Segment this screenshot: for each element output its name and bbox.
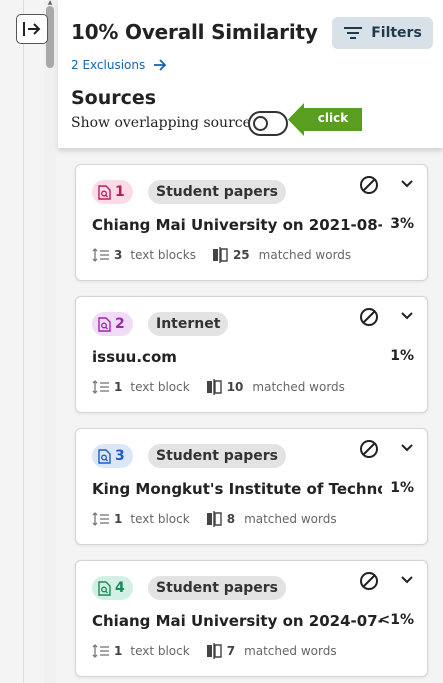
document-search-icon (98, 184, 111, 200)
chevron-down-icon[interactable] (401, 443, 413, 453)
collapse-panel-button[interactable] (16, 14, 48, 44)
blocks-number: 1 (114, 644, 123, 658)
overlap-toggle-label: Show overlapping sources (71, 115, 259, 131)
chevron-down-icon[interactable] (401, 179, 413, 189)
overlap-sources-toggle[interactable] (248, 111, 288, 136)
source-type-pill: Student papers (148, 180, 287, 204)
source-percent: 1% (390, 348, 414, 364)
compare-documents-icon (206, 379, 222, 395)
blocks-label: text blocks (130, 248, 196, 262)
source-type-pill: Student papers (148, 576, 287, 600)
source-number-badge: 2 (92, 312, 133, 336)
line-spacing-icon (92, 644, 109, 658)
callout-label: click (317, 111, 349, 125)
toggle-knob (253, 116, 268, 131)
exclude-source-icon[interactable] (359, 571, 379, 591)
sources-panel: 10% Overall Similarity Filters 2 Exclusi… (58, 0, 443, 683)
matched-words-count: 8 matched words (206, 511, 337, 527)
source-number: 1 (115, 184, 125, 200)
overall-similarity-title: 10% Overall Similarity (71, 20, 318, 44)
exclude-source-icon[interactable] (359, 307, 379, 327)
words-label: matched words (252, 380, 345, 394)
compare-documents-icon (212, 247, 228, 263)
source-name[interactable]: Chiang Mai University on 2021-08-31 (92, 216, 382, 234)
blocks-number: 1 (114, 512, 123, 526)
line-spacing-icon (92, 248, 109, 262)
arrow-right-to-bar-icon (23, 22, 41, 36)
words-number: 25 (232, 248, 250, 262)
words-number: 7 (226, 644, 236, 658)
source-type-pill: Internet (148, 312, 229, 336)
sources-heading: Sources (71, 87, 157, 109)
blocks-label: text block (130, 644, 190, 658)
document-search-icon (98, 448, 111, 464)
source-card[interactable]: 4 Student papers Chiang Mai University o… (75, 560, 428, 677)
blocks-label: text block (130, 380, 190, 394)
source-meta: 3 text blocks 25 matched words (92, 246, 351, 264)
words-number: 10 (226, 380, 244, 394)
blocks-number: 3 (114, 248, 123, 262)
source-number-badge: 3 (92, 444, 133, 468)
source-number-badge: 1 (92, 180, 133, 204)
exclusions-link[interactable]: 2 Exclusions (71, 58, 167, 72)
blocks-label: text block (130, 512, 190, 526)
exclusions-label: 2 Exclusions (71, 58, 146, 72)
source-percent: 1% (390, 480, 414, 496)
text-blocks-count: 1 text block (92, 380, 190, 394)
source-name[interactable]: King Mongkut's Institute of Techno... (92, 480, 382, 498)
words-number: 8 (226, 512, 236, 526)
words-label: matched words (244, 644, 337, 658)
filters-label: Filters (371, 25, 422, 41)
compare-documents-icon (206, 511, 222, 527)
document-search-icon (98, 316, 111, 332)
exclude-source-icon[interactable] (359, 439, 379, 459)
source-meta: 1 text block 7 matched words (92, 642, 337, 660)
source-meta: 1 text block 10 matched words (92, 378, 345, 396)
document-search-icon (98, 580, 111, 596)
source-name[interactable]: issuu.com (92, 348, 382, 366)
source-card[interactable]: 3 Student papers King Mongkut's Institut… (75, 428, 428, 545)
compare-documents-icon (206, 643, 222, 659)
source-type-pill: Student papers (148, 444, 287, 468)
filter-icon (344, 27, 363, 39)
source-percent: 3% (390, 216, 414, 232)
line-spacing-icon (92, 512, 109, 526)
matched-words-count: 25 matched words (212, 247, 351, 263)
filters-button[interactable]: Filters (332, 17, 433, 49)
source-name[interactable]: Chiang Mai University on 2024-07-... (92, 612, 382, 630)
source-percent: <1% (378, 612, 415, 628)
source-card[interactable]: 1 Student papers Chiang Mai University o… (75, 164, 428, 281)
chevron-down-icon[interactable] (401, 311, 413, 321)
source-number: 4 (115, 580, 125, 596)
source-card[interactable]: 2 Internet issuu.com 1% 1 text block 10 … (75, 296, 428, 413)
exclude-source-icon[interactable] (359, 175, 379, 195)
arrow-right-icon (154, 59, 167, 71)
matched-words-count: 7 matched words (206, 643, 337, 659)
scrollbar-track[interactable] (44, 0, 56, 683)
chevron-down-icon[interactable] (401, 575, 413, 585)
line-spacing-icon (92, 380, 109, 394)
click-callout: click (288, 103, 362, 136)
text-blocks-count: 1 text block (92, 512, 190, 526)
text-blocks-count: 1 text block (92, 644, 190, 658)
matched-words-count: 10 matched words (206, 379, 345, 395)
left-rail (0, 0, 24, 683)
source-number-badge: 4 (92, 576, 133, 600)
source-number: 2 (115, 316, 125, 332)
blocks-number: 1 (114, 380, 123, 394)
source-number: 3 (115, 448, 125, 464)
source-meta: 1 text block 8 matched words (92, 510, 337, 528)
panel-header: 10% Overall Similarity Filters 2 Exclusi… (58, 0, 443, 148)
text-blocks-count: 3 text blocks (92, 248, 196, 262)
words-label: matched words (258, 248, 352, 262)
words-label: matched words (244, 512, 337, 526)
